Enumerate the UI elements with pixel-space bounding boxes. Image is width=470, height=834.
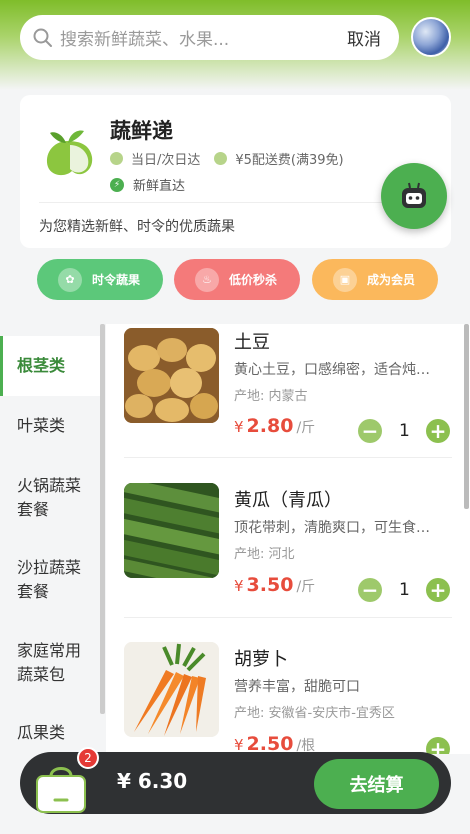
sidebar-scrollbar[interactable]	[100, 324, 105, 714]
search-icon	[33, 28, 52, 47]
money-bag-icon	[214, 152, 228, 165]
product-card[interactable]: 黄瓜（青瓜） 顶花带刺，清脆爽口，可生食… 产地: 河北 ¥ 3.50 /斤 −…	[106, 483, 470, 643]
product-desc: 营养丰富，甜脆可口	[234, 679, 360, 695]
seasonal-label: 时令蔬果	[92, 273, 141, 287]
increase-qty-button[interactable]: +	[426, 419, 450, 443]
membership-button[interactable]: ▣ 成为会员	[312, 259, 438, 300]
fresh-tag: ⚡ 新鲜直达	[110, 175, 185, 194]
delivery-time: 当日/次日达	[131, 153, 201, 168]
cucumber-image	[124, 483, 219, 578]
category-root-veg[interactable]: 根茎类	[0, 336, 100, 396]
product-origin: 产地: 河北	[234, 547, 295, 562]
checkout-button[interactable]: 去结算	[314, 759, 439, 809]
lightning-icon: ⚡	[110, 177, 124, 192]
shop-card: 蔬鲜递 当日/次日达 ¥5配送费(满39免) ⚡ 新鲜直达 为您精选新鲜、时令的…	[20, 95, 451, 248]
product-price: ¥ 2.50 /根	[234, 733, 316, 754]
cart-count-badge: 2	[77, 747, 99, 769]
decrease-qty-button[interactable]: −	[358, 419, 382, 443]
product-card[interactable]: 土豆 黄心土豆，口感绵密，适合炖… 产地: 内蒙古 ¥ 2.80 /斤 − 1 …	[106, 324, 470, 484]
category-hotpot[interactable]: 火锅蔬菜 套餐	[0, 474, 100, 522]
seasonal-produce-button[interactable]: ✿ 时令蔬果	[37, 259, 163, 300]
fire-icon: ♨	[195, 267, 219, 292]
divider	[124, 617, 452, 618]
cancel-button[interactable]: 取消	[347, 25, 381, 50]
shop-name: 蔬鲜递	[110, 119, 173, 143]
product-list-scrollbar[interactable]	[464, 324, 469, 509]
product-name: 土豆	[234, 332, 270, 353]
delivery-info: 当日/次日达 ¥5配送费(满39免)	[110, 149, 344, 168]
robot-icon	[402, 182, 426, 208]
product-name: 胡萝卜	[234, 649, 288, 670]
membership-label: 成为会员	[367, 273, 416, 287]
product-card[interactable]: 胡萝卜 营养丰富，甜脆可口 产地: 安徽省-安庆市-宜秀区 ¥ 2.50 /根 …	[106, 642, 470, 754]
fruit-icon: ✿	[58, 267, 82, 292]
product-price: ¥ 2.80 /斤	[234, 415, 316, 437]
category-family-pack[interactable]: 家庭常用 蔬菜包	[0, 639, 100, 687]
divider	[39, 202, 409, 203]
product-price: ¥ 3.50 /斤	[234, 574, 316, 596]
increase-qty-button[interactable]: +	[426, 578, 450, 602]
divider	[124, 457, 452, 458]
product-desc: 顶花带刺，清脆爽口，可生食…	[234, 520, 430, 536]
category-melon[interactable]: 瓜果类	[0, 721, 100, 745]
gift-icon: ▣	[333, 267, 357, 292]
cart-total: ¥ 6.30	[117, 769, 188, 793]
avatar[interactable]	[411, 17, 451, 57]
quantity-value: 1	[399, 580, 410, 600]
delivery-fee: ¥5配送费(满39免)	[235, 153, 344, 168]
category-leafy[interactable]: 叶菜类	[0, 414, 100, 438]
increase-qty-button[interactable]: +	[426, 737, 450, 754]
product-name: 黄瓜（青瓜）	[234, 490, 342, 511]
carrot-image	[124, 642, 219, 737]
category-salad[interactable]: 沙拉蔬菜 套餐	[0, 556, 100, 604]
search-input[interactable]: 搜索新鲜蔬菜、水果...	[60, 25, 347, 50]
decrease-qty-button[interactable]: −	[358, 578, 382, 602]
product-origin: 产地: 安徽省-安庆市-宜秀区	[234, 706, 395, 721]
flash-sale-button[interactable]: ♨ 低价秒杀	[174, 259, 300, 300]
flash-sale-label: 低价秒杀	[229, 273, 278, 287]
search-bar[interactable]: 搜索新鲜蔬菜、水果... 取消	[20, 15, 399, 60]
clock-icon	[110, 152, 123, 165]
fresh-tag-label: 新鲜直达	[133, 179, 186, 194]
shop-description: 为您精选新鲜、时令的优质蔬果	[39, 219, 235, 235]
quantity-value: 1	[399, 421, 410, 441]
robot-assistant-button[interactable]	[381, 163, 447, 229]
product-list: 土豆 黄心土豆，口感绵密，适合炖… 产地: 内蒙古 ¥ 2.80 /斤 − 1 …	[106, 324, 470, 754]
potato-image	[124, 328, 219, 423]
product-desc: 黄心土豆，口感绵密，适合炖…	[234, 362, 430, 378]
shop-logo-icon	[46, 130, 93, 176]
product-origin: 产地: 内蒙古	[234, 389, 308, 404]
